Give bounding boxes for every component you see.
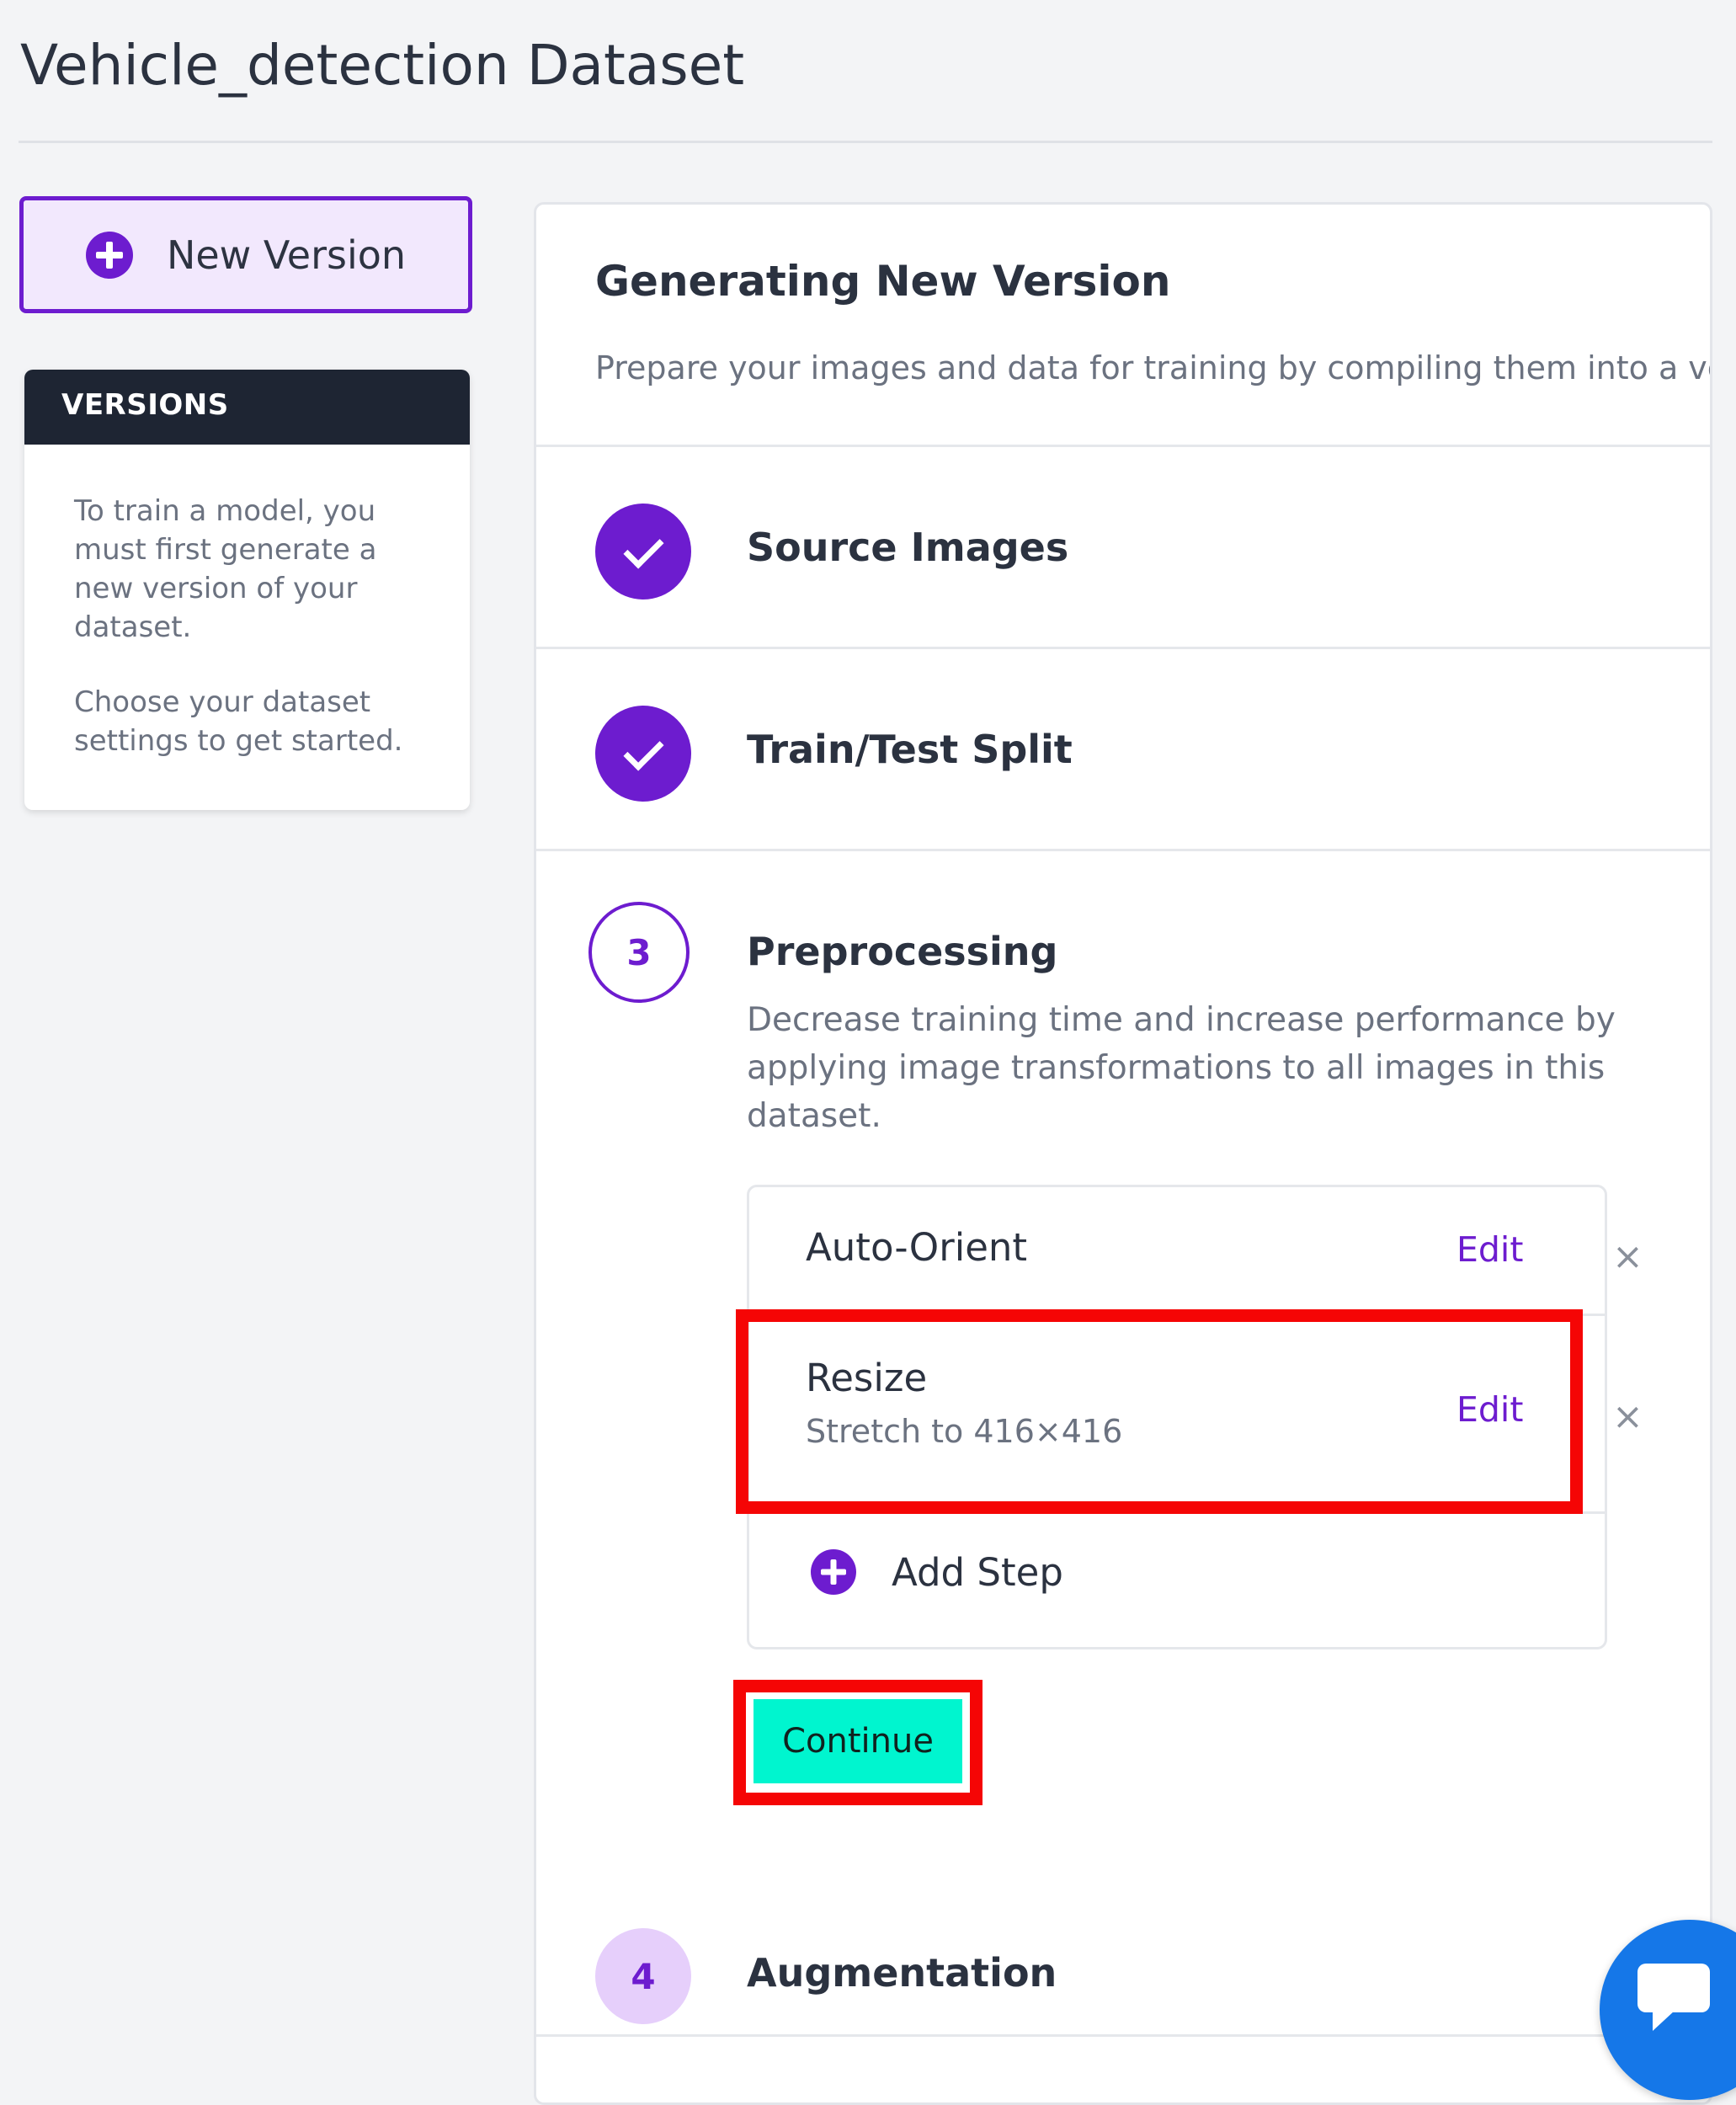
step-title-preprocessing: Preprocessing	[747, 929, 1058, 974]
auto-orient-title: Auto-Orient	[806, 1225, 1028, 1270]
check-icon	[595, 504, 691, 600]
add-step-label: Add Step	[892, 1549, 1063, 1595]
new-version-label: New Version	[166, 232, 407, 278]
step-preprocessing: 3	[588, 902, 690, 1003]
divider	[536, 2034, 1710, 2037]
step-source-images[interactable]	[595, 504, 691, 600]
step-title-train-test-split[interactable]: Train/Test Split	[747, 727, 1073, 772]
resize-remove-close-icon[interactable]: ×	[1612, 1399, 1643, 1436]
plus-circle-icon	[85, 231, 133, 279]
divider	[536, 849, 1710, 851]
version-generator-panel: Generating New Version Prepare your imag…	[534, 202, 1712, 2105]
versions-title: VERSIONS	[61, 388, 229, 422]
divider	[749, 1511, 1605, 1514]
page-title: Vehicle_detection Dataset	[20, 33, 745, 98]
resize-subtitle: Stretch to 416×416	[806, 1413, 1123, 1450]
panel-subtitle: Prepare your images and data for trainin…	[595, 349, 1712, 386]
versions-help-text-2: Choose your dataset settings to get star…	[74, 685, 403, 758]
header-divider	[19, 141, 1712, 143]
auto-orient-remove-close-icon[interactable]: ×	[1612, 1239, 1643, 1276]
new-version-button[interactable]: New Version	[19, 196, 472, 313]
resize-title: Resize	[806, 1356, 928, 1400]
chat-bubble-icon	[1637, 1964, 1710, 2031]
resize-edit-link[interactable]: Edit	[1456, 1389, 1523, 1430]
auto-orient-edit-link[interactable]: Edit	[1456, 1229, 1523, 1270]
preprocessing-description: Decrease training time and increase perf…	[747, 1001, 1616, 1135]
step-augmentation[interactable]: 4	[595, 1928, 691, 2024]
step-title-augmentation[interactable]: Augmentation	[747, 1950, 1057, 1996]
check-icon	[595, 706, 691, 802]
step-number-badge: 4	[595, 1928, 691, 2024]
continue-button[interactable]: Continue	[754, 1699, 962, 1783]
divider	[536, 647, 1710, 649]
versions-header: VERSIONS	[24, 370, 470, 445]
plus-circle-icon	[811, 1549, 856, 1595]
panel-title: Generating New Version	[595, 257, 1171, 306]
versions-help-text: To train a model, you must first generat…	[74, 494, 377, 644]
step-title-source-images[interactable]: Source Images	[747, 525, 1068, 570]
divider	[749, 1314, 1605, 1316]
preprocessing-steps-list: Auto-Orient Edit Resize Stretch to 416×4…	[747, 1185, 1607, 1649]
add-step-button[interactable]: Add Step	[811, 1549, 1063, 1595]
divider	[536, 445, 1710, 447]
step-train-test-split[interactable]	[595, 706, 691, 802]
versions-card: VERSIONS To train a model, you must firs…	[24, 370, 470, 810]
step-number-badge: 3	[588, 902, 690, 1003]
